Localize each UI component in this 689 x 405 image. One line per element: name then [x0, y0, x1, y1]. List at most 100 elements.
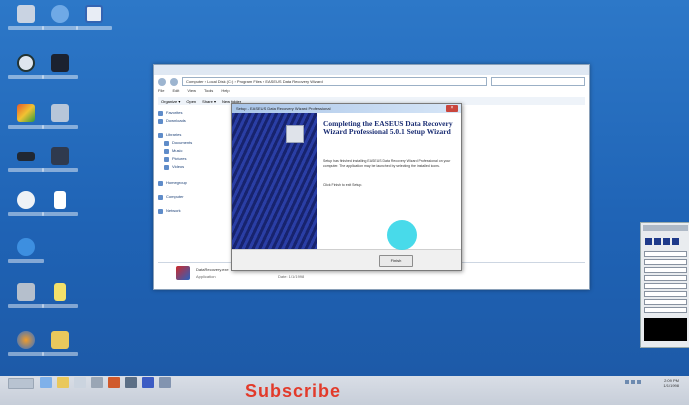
desktop: Computer › Local Disk (C:) › Program Fil…: [0, 0, 689, 376]
gadget-row[interactable]: [644, 291, 687, 297]
start-button[interactable]: [8, 378, 34, 389]
clock-icon[interactable]: [8, 53, 44, 85]
downloads-icon: [158, 118, 163, 124]
display-icon[interactable]: [42, 146, 78, 178]
taskbar-ie-icon[interactable]: [40, 377, 52, 388]
tray-icon[interactable]: [631, 380, 635, 384]
taskbar-folder-icon[interactable]: [57, 377, 69, 388]
nav-item[interactable]: Favorites: [158, 109, 238, 117]
folder-icon[interactable]: [42, 330, 78, 362]
shortcut-icon[interactable]: [8, 190, 44, 222]
computer-icon: [158, 194, 163, 200]
open-button[interactable]: Open: [186, 99, 196, 104]
application-icon: [176, 266, 190, 280]
drive-icon[interactable]: [8, 146, 44, 178]
address-field[interactable]: Computer › Local Disk (C:) › Program Fil…: [182, 77, 487, 86]
nav-item[interactable]: Pictures: [158, 155, 238, 163]
music-icon: [164, 148, 169, 154]
wizard-footer: Finish: [232, 249, 461, 270]
star-icon: [158, 110, 163, 116]
selected-file-type: Application: [196, 274, 216, 279]
nav-item[interactable]: Downloads: [158, 117, 238, 125]
homegroup-icon: [158, 180, 163, 186]
back-icon[interactable]: [158, 77, 166, 86]
library-icon: [158, 132, 163, 138]
users-icon[interactable]: [42, 103, 78, 135]
organize-button[interactable]: Organize ▾: [161, 99, 180, 104]
gadget-icons: [645, 238, 679, 245]
menu-tools[interactable]: Tools: [204, 88, 213, 95]
gadget-icon[interactable]: [663, 238, 670, 245]
menu-edit[interactable]: Edit: [172, 88, 179, 95]
share-button[interactable]: Share ▾: [202, 99, 216, 104]
gadget-row[interactable]: [644, 251, 687, 257]
gadget-icon[interactable]: [645, 238, 652, 245]
notepad-icon[interactable]: [42, 282, 78, 314]
monitor-icon[interactable]: [42, 53, 78, 85]
paint-icon[interactable]: [8, 103, 44, 135]
wizard-title[interactable]: Setup - EASEUS Data Recovery Wizard Prof…: [232, 104, 461, 113]
explorer-titlebar[interactable]: [154, 65, 589, 75]
selected-file-date: Date: 1/1/1998: [278, 274, 305, 279]
gadget-row[interactable]: [644, 259, 687, 265]
subscribe-overlay-text: Subscribe: [245, 381, 342, 401]
videos-icon: [164, 164, 169, 170]
nav-item[interactable]: Music: [158, 147, 238, 155]
menu-help[interactable]: Help: [221, 88, 229, 95]
taskbar-media-icon[interactable]: [108, 377, 120, 388]
gadget-row[interactable]: [644, 283, 687, 289]
document-icon[interactable]: [42, 190, 78, 222]
close-icon[interactable]: ×: [446, 105, 458, 112]
gadget-icon[interactable]: [654, 238, 661, 245]
tools-icon[interactable]: [8, 282, 44, 314]
nav-item[interactable]: Videos: [158, 163, 238, 171]
taskbar-app-icon[interactable]: [142, 377, 154, 388]
network-icon: [158, 208, 163, 214]
clock[interactable]: 2:09 PM 1/1/1998: [663, 378, 679, 388]
gadget-row[interactable]: [644, 299, 687, 305]
recycle-bin-icon[interactable]: [8, 4, 44, 36]
gadget-row[interactable]: [644, 267, 687, 273]
menu-bar: File Edit View Tools Help: [158, 88, 585, 95]
taskbar: Subscribe 2:09 PM 1/1/1998: [0, 376, 689, 405]
menu-file[interactable]: File: [158, 88, 164, 95]
nav-item[interactable]: Computer: [158, 193, 238, 201]
tray-icon[interactable]: [637, 380, 641, 384]
documents-icon: [164, 140, 169, 146]
nav-item[interactable]: Documents: [158, 139, 238, 147]
taskbar-app-icon[interactable]: [91, 377, 103, 388]
gadget-row[interactable]: [644, 307, 687, 313]
gadget-display: [644, 318, 687, 341]
wizard-heading: Completing the EASEUS Data Recovery Wiza…: [323, 119, 453, 136]
system-tray-icons: [625, 380, 641, 384]
pictures-icon: [164, 156, 169, 162]
wizard-instruction: Click Finish to exit Setup.: [323, 183, 363, 187]
forward-icon[interactable]: [170, 77, 178, 86]
nav-item[interactable]: Network: [158, 207, 238, 215]
taskbar-app-icon[interactable]: [74, 377, 86, 388]
internet-explorer-icon[interactable]: [8, 237, 44, 269]
tray-icon[interactable]: [625, 380, 629, 384]
nav-item[interactable]: Homegroup: [158, 179, 238, 187]
finish-button[interactable]: Finish: [379, 255, 413, 267]
gadget-icon[interactable]: [672, 238, 679, 245]
network-icon[interactable]: [42, 4, 78, 36]
setup-wizard-dialog[interactable]: Setup - EASEUS Data Recovery Wizard Prof…: [231, 103, 462, 271]
media-player-icon[interactable]: [8, 330, 44, 362]
address-bar-row: Computer › Local Disk (C:) › Program Fil…: [158, 77, 585, 86]
setup-logo-icon: [286, 125, 304, 143]
gadget-row[interactable]: [644, 275, 687, 281]
taskbar-app-icon[interactable]: [125, 377, 137, 388]
screen-icon[interactable]: [76, 4, 112, 36]
nav-item[interactable]: Libraries: [158, 131, 238, 139]
search-input[interactable]: [491, 77, 585, 86]
cursor-highlight: [387, 220, 417, 250]
selected-file-name: DataRecovery.exe: [196, 267, 229, 272]
wizard-side-banner: [232, 113, 317, 250]
clock-date: 1/1/1998: [663, 383, 679, 388]
desktop-gadget[interactable]: [640, 222, 689, 348]
taskbar-app-icon[interactable]: [159, 377, 171, 388]
wizard-description: Setup has finished installing EASEUS Dat…: [323, 159, 451, 168]
gadget-titlebar: [643, 225, 688, 231]
menu-view[interactable]: View: [187, 88, 196, 95]
